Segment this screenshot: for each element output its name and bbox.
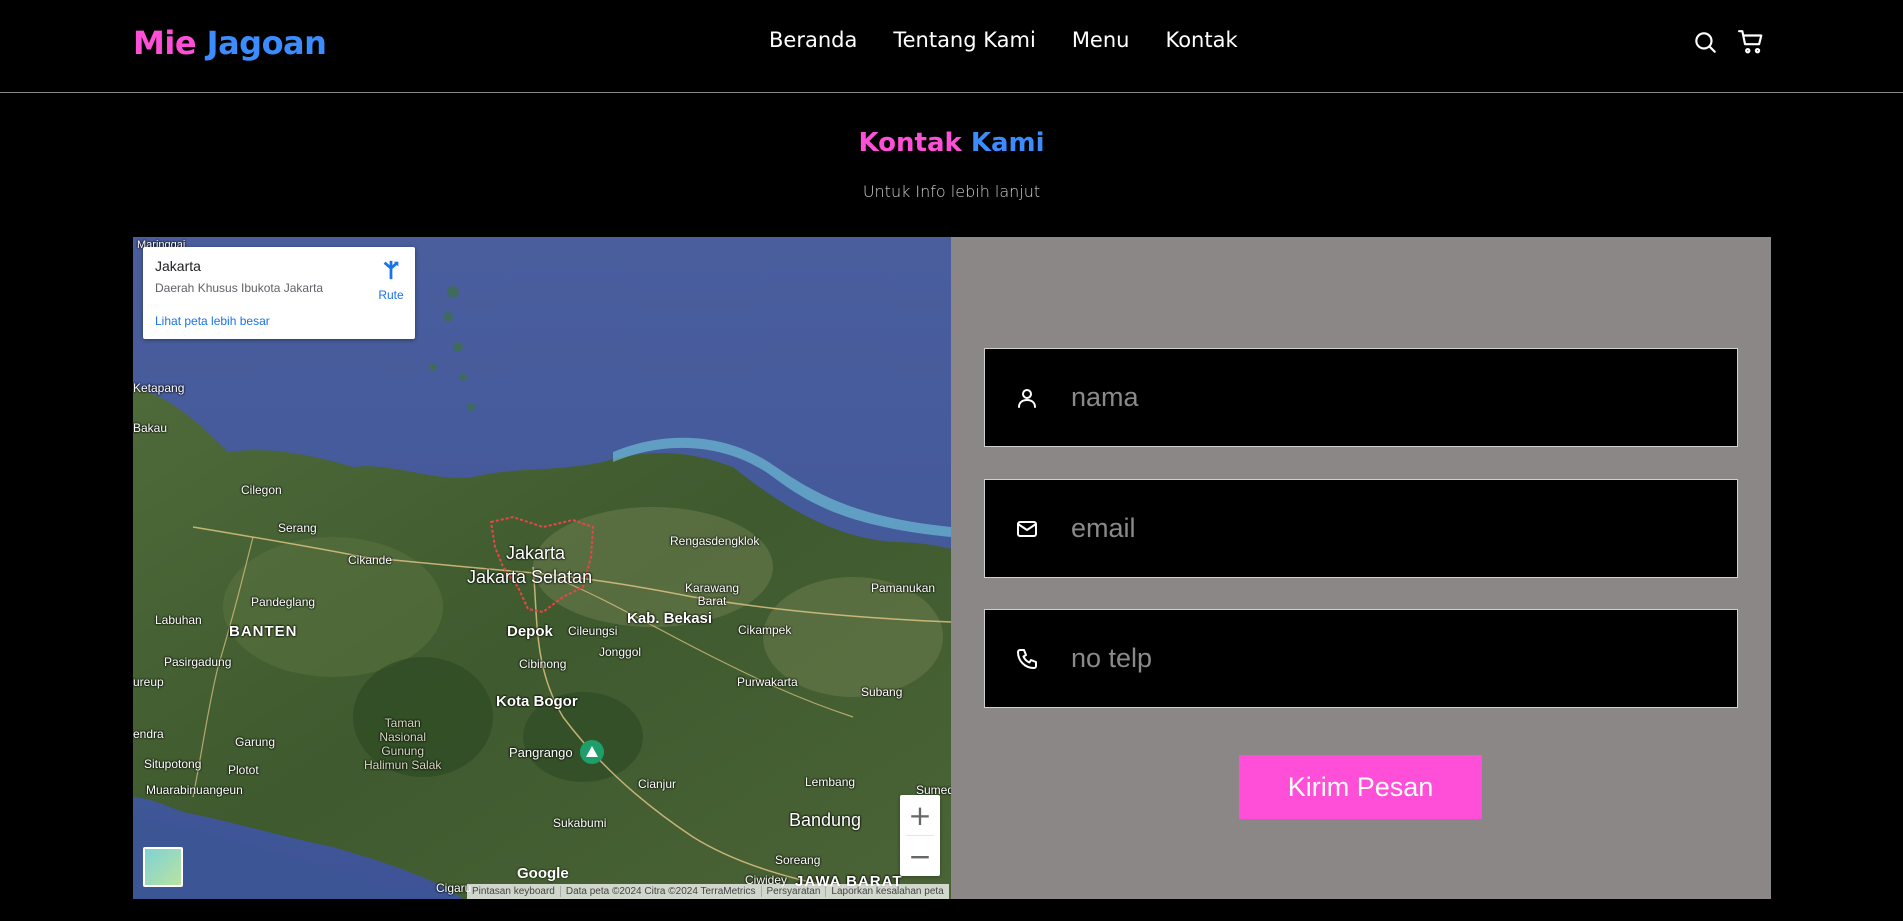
map-layer-toggle[interactable] xyxy=(143,847,183,887)
map-label-karawang: Karawang Barat xyxy=(685,581,740,608)
route-label: Rute xyxy=(378,288,404,302)
shopping-cart-icon[interactable] xyxy=(1738,29,1764,55)
map-label-garung: Garung xyxy=(235,735,276,749)
map-label-cikande: Cikande xyxy=(348,553,393,567)
map-label-situpotong: Situpotong xyxy=(144,757,202,771)
view-larger-map-link[interactable]: Lihat peta lebih besar xyxy=(155,314,270,328)
map-label-pamanukan: Pamanukan xyxy=(871,581,936,595)
map-label-bandung: Bandung xyxy=(789,810,862,830)
title-part-2: Kami xyxy=(970,128,1045,158)
map-label-taman-nasional: Taman Nasional Gunung Halimun Salak xyxy=(364,716,442,772)
user-icon xyxy=(1015,386,1039,410)
terms-link[interactable]: Persyaratan xyxy=(762,886,827,897)
map-label-pasirgadung: Pasirgadung xyxy=(164,655,232,669)
map-label-cileungsi: Cileungsi xyxy=(568,624,618,638)
map-label-muarabinuangeun: Muarabinuangeun xyxy=(146,783,243,797)
report-error-link[interactable]: Laporkan kesalahan peta xyxy=(826,886,948,897)
email-input[interactable] xyxy=(1071,480,1721,577)
name-input[interactable] xyxy=(1071,349,1721,446)
phone-field xyxy=(984,609,1738,708)
map-label-serang: Serang xyxy=(278,521,317,535)
mail-icon xyxy=(1015,517,1039,541)
map-label-labuhan: Labuhan xyxy=(155,613,202,627)
keyboard-shortcuts-link[interactable]: Pintasan keyboard xyxy=(467,886,561,897)
google-logo: Google xyxy=(517,865,569,882)
map-label-ureup: ureup xyxy=(133,675,164,689)
section-title: Kontak Kami xyxy=(0,128,1903,158)
directions-icon xyxy=(383,260,399,280)
send-message-button[interactable]: Kirim Pesan xyxy=(1239,755,1482,819)
map-label-cibinong: Cibinong xyxy=(519,657,567,671)
map-label-banten: BANTEN xyxy=(229,623,298,640)
name-field xyxy=(984,348,1738,447)
embedded-map[interactable]: Jakarta Jakarta Selatan BANTEN Depok Kab… xyxy=(133,237,951,899)
map-label-bakau: Bakau xyxy=(133,421,168,435)
navbar: Mie Jagoan Beranda Tentang Kami Menu Kon… xyxy=(0,0,1903,93)
map-label-plotot: Plotot xyxy=(228,763,259,777)
search-icon[interactable] xyxy=(1692,29,1718,55)
phone-icon xyxy=(1015,647,1039,671)
nav-link-tentang-kami[interactable]: Tentang Kami xyxy=(893,28,1035,52)
map-label-sukabumi: Sukabumi xyxy=(553,816,607,830)
zoom-out-button[interactable]: − xyxy=(900,836,940,876)
map-label-cikampek: Cikampek xyxy=(738,623,792,637)
map-label-endra: endra xyxy=(133,727,164,741)
map-label-cilegon: Cilegon xyxy=(241,483,282,497)
map-attribution: Pintasan keyboard Data peta ©2024 Citra … xyxy=(467,884,949,899)
map-label-ketapang: Ketapang xyxy=(133,381,185,395)
phone-input[interactable] xyxy=(1071,610,1721,707)
brand-logo[interactable]: Mie Jagoan xyxy=(133,24,327,62)
nav-link-kontak[interactable]: Kontak xyxy=(1165,28,1237,52)
map-zoom-control: + − xyxy=(900,795,940,876)
nav-link-menu[interactable]: Menu xyxy=(1072,28,1130,52)
map-place-region: Daerah Khusus Ibukota Jakarta xyxy=(155,281,324,295)
map-label-soreang: Soreang xyxy=(775,853,821,867)
map-label-rengasdengklok: Rengasdengklok xyxy=(670,534,760,548)
map-label-bogor: Kota Bogor xyxy=(496,693,578,710)
map-place-name: Jakarta xyxy=(155,258,201,274)
nav-menu: Beranda Tentang Kami Menu Kontak xyxy=(769,28,1238,52)
logo-part-2: Jagoan xyxy=(206,24,327,62)
map-label-subang: Subang xyxy=(861,685,903,699)
route-button[interactable]: Rute xyxy=(371,259,411,302)
map-label-lembang: Lembang xyxy=(805,775,856,789)
contact-form: Kirim Pesan xyxy=(951,237,1771,899)
email-field xyxy=(984,479,1738,578)
map-data-credit: Data peta ©2024 Citra ©2024 TerraMetrics xyxy=(561,886,762,897)
nav-link-beranda[interactable]: Beranda xyxy=(769,28,857,52)
section-subtitle: Untuk Info lebih lanjut xyxy=(862,182,1041,201)
map-info-card: Jakarta Daerah Khusus Ibukota Jakarta Li… xyxy=(143,247,415,339)
zoom-in-button[interactable]: + xyxy=(900,795,940,835)
map-label-depok: Depok xyxy=(507,623,553,640)
map-label-jonggol: Jonggol xyxy=(599,645,642,659)
title-part-1: Kontak xyxy=(858,128,962,158)
map-label-bekasi: Kab. Bekasi xyxy=(627,610,713,627)
logo-part-1: Mie xyxy=(133,24,197,62)
map-label-jakarta: Jakarta xyxy=(506,543,566,563)
map-label-pandeglang: Pandeglang xyxy=(251,595,316,609)
map-label-cianjur: Cianjur xyxy=(638,777,677,791)
map-label-pangrango: Pangrango xyxy=(509,745,573,760)
map-label-purwakarta: Purwakarta xyxy=(737,675,798,689)
map-label-jakarta-selatan: Jakarta Selatan xyxy=(467,567,593,587)
nav-icons xyxy=(1692,29,1764,55)
